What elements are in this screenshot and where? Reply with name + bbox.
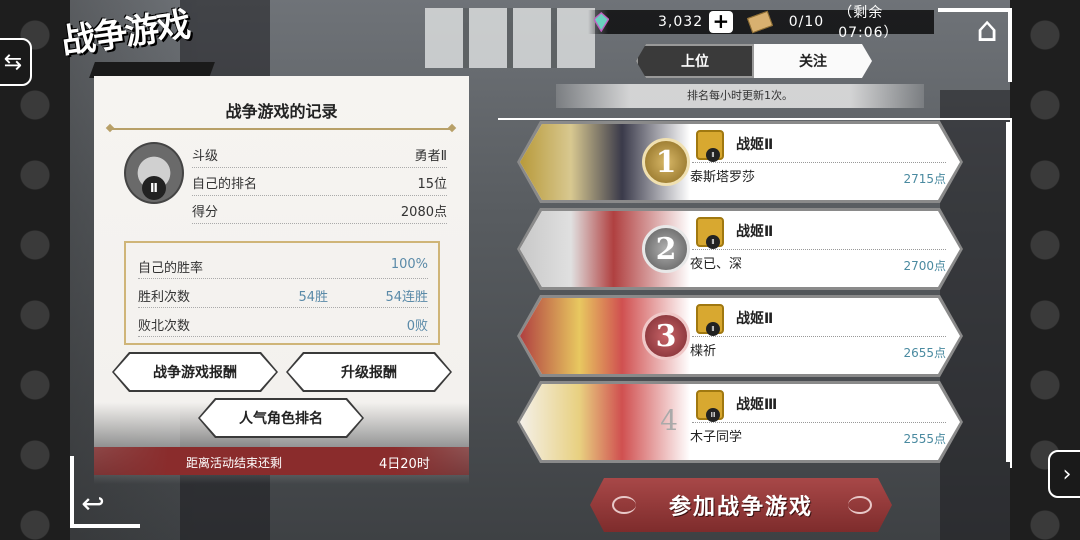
ticket-count: 0/10 xyxy=(788,14,825,30)
swap-arrows-icon[interactable]: ⇆ xyxy=(0,38,32,86)
player-name: 楪祈 xyxy=(690,344,717,359)
upgrade-rewards-button[interactable]: 升级报酬 xyxy=(288,354,450,390)
stat-label: 斗级 xyxy=(192,149,219,164)
event-countdown-value: 4日20时 xyxy=(379,457,430,472)
back-arrow-icon[interactable]: ↩ xyxy=(76,484,110,524)
win-loss-box: 自己的胜率 100% 胜利次数 54胜 54连胜 败北次数 0败 xyxy=(124,241,440,345)
tab-follow[interactable]: 关注 xyxy=(754,44,872,78)
win-rate-row: 自己的胜率 100% xyxy=(138,251,428,279)
player-name: 夜已、深 xyxy=(690,257,743,272)
gold-medal-icon: 1 xyxy=(642,138,690,186)
panel-divider xyxy=(110,128,452,130)
ranking-row[interactable]: 4 Ⅲ 战姬Ⅲ 木子同学 2555点 xyxy=(520,384,960,460)
ticket-icon xyxy=(746,10,773,34)
stat-value: 15位 xyxy=(417,177,447,192)
stat-label: 得分 xyxy=(192,205,219,220)
rank-class-name: 战姬Ⅱ xyxy=(736,311,774,327)
player-points: 2555点 xyxy=(903,432,946,446)
losses-label: 败北次数 xyxy=(138,319,191,334)
status-bar: 3,032 + 0/10 （剩余07:06） xyxy=(588,5,934,41)
rank-class-name: 战姬Ⅱ xyxy=(736,224,774,240)
join-button-ornament xyxy=(612,496,636,514)
class-badge-level: Ⅱ xyxy=(706,148,720,162)
ranking-scrollbar[interactable] xyxy=(1006,122,1010,462)
wins-value: 54胜 xyxy=(298,290,328,305)
stat-row-class: 斗级 勇者Ⅱ xyxy=(192,142,447,168)
class-badge-level: Ⅲ xyxy=(706,408,720,422)
event-countdown-bar: 距离活动结束还剩 4日20时 xyxy=(94,447,469,475)
popular-character-ranking-button[interactable]: 人气角色排名 xyxy=(200,400,362,436)
wins-label: 胜利次数 xyxy=(138,290,191,305)
war-game-rewards-button[interactable]: 战争游戏报酬 xyxy=(114,354,276,390)
join-button-ornament xyxy=(848,496,872,514)
event-countdown-label: 距离活动结束还剩 xyxy=(186,456,283,470)
rank-class-name: 战姬Ⅱ xyxy=(736,137,774,153)
win-rate-label: 自己的胜率 xyxy=(138,261,204,276)
ranking-update-note: 排名每小时更新1次。 xyxy=(556,84,924,108)
background-window xyxy=(425,8,595,68)
stat-value: 2080点 xyxy=(400,205,447,220)
row-divider xyxy=(692,336,946,337)
player-points: 2715点 xyxy=(903,172,946,186)
gem-count: 3,032 xyxy=(658,14,704,30)
rank-number: 4 xyxy=(660,404,678,437)
class-badge-level: Ⅱ xyxy=(706,235,720,249)
losses-row: 败北次数 0败 xyxy=(138,309,428,337)
bronze-medal-icon: 3 xyxy=(642,312,690,360)
stat-value: 勇者Ⅱ xyxy=(414,149,447,164)
row-divider xyxy=(692,249,946,250)
ranking-row[interactable]: 2 Ⅱ 战姬Ⅱ 夜已、深 2700点 xyxy=(520,211,960,287)
tab-top[interactable]: 上位 xyxy=(636,44,754,78)
wins-row: 胜利次数 54胜 54连胜 xyxy=(138,280,428,308)
ranking-row[interactable]: 1 Ⅱ 战姬Ⅱ 泰斯塔罗莎 2715点 xyxy=(520,124,960,200)
player-points: 2700点 xyxy=(903,259,946,273)
losses-value: 0败 xyxy=(406,319,428,334)
stat-row-rank: 自己的排名 15位 xyxy=(192,170,447,196)
row-divider xyxy=(692,162,946,163)
next-icon[interactable]: › xyxy=(1048,450,1080,498)
rank-class-name: 战姬Ⅲ xyxy=(736,397,778,413)
player-name: 木子同学 xyxy=(690,430,743,445)
record-panel-title: 战争游戏的记录 xyxy=(225,102,338,121)
class-badge-level: Ⅱ xyxy=(706,322,720,336)
player-name: 泰斯塔罗莎 xyxy=(690,170,756,185)
ranking-row[interactable]: 3 Ⅱ 战姬Ⅱ 楪祈 2655点 xyxy=(520,298,960,374)
home-icon[interactable]: ⌂ xyxy=(962,10,1012,50)
win-rate-value: 100% xyxy=(390,257,428,272)
silver-medal-icon: 2 xyxy=(642,225,690,273)
gem-icon xyxy=(594,12,609,32)
rank-emblem-level: Ⅱ xyxy=(142,176,166,200)
plus-icon[interactable]: + xyxy=(709,11,733,33)
row-divider xyxy=(692,422,946,423)
ranking-tabs: 上位 关注 xyxy=(636,44,872,78)
player-points: 2655点 xyxy=(903,346,946,360)
stat-row-score: 得分 2080点 xyxy=(192,198,447,224)
win-streak-value: 54连胜 xyxy=(385,290,428,305)
stat-label: 自己的排名 xyxy=(192,177,258,192)
ticket-recovery-timer: （剩余07:06） xyxy=(838,5,899,41)
